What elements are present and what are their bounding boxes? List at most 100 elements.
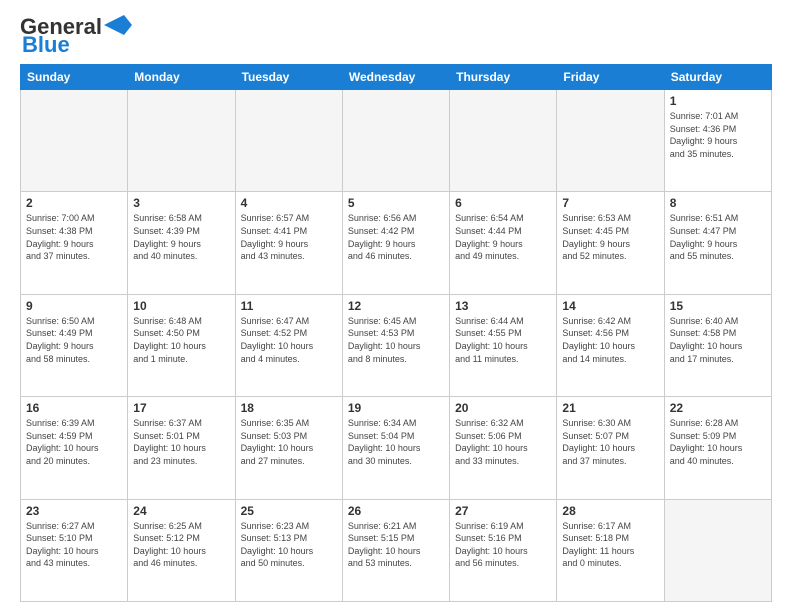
day-number: 23 — [26, 504, 122, 518]
day-cell: 10Sunrise: 6:48 AM Sunset: 4:50 PM Dayli… — [128, 294, 235, 396]
day-info: Sunrise: 6:40 AM Sunset: 4:58 PM Dayligh… — [670, 315, 766, 365]
day-cell: 16 Sunrise: 6:39 AM Sunset: 4:59 PM Dayli… — [21, 397, 128, 499]
day-cell: 25 Sunrise: 6:23 AM Sunset: 5:13 PM Dayli… — [235, 499, 342, 601]
day-number: 13 — [455, 299, 551, 313]
day-number: 1 — [670, 94, 766, 108]
day-cell: 9 Sunrise: 6:50 AM Sunset: 4:49 PM Daylig… — [21, 294, 128, 396]
day-info: Sunrise: 6:19 AM Sunset: 5:16 PM Dayligh… — [455, 520, 551, 570]
day-cell: 1 Sunrise: 7:01 AM Sunset: 4:36 PM Daylig… — [664, 90, 771, 192]
day-info: Sunrise: 6:47 AM Sunset: 4:52 PM Dayligh… — [241, 315, 337, 365]
logo-blue-text: Blue — [22, 34, 70, 56]
day-info: Sunrise: 6:48 AM Sunset: 4:50 PM Dayligh… — [133, 315, 229, 365]
day-cell: 3 Sunrise: 6:58 AM Sunset: 4:39 PM Daylig… — [128, 192, 235, 294]
day-cell: 26 Sunrise: 6:21 AM Sunset: 5:15 PM Dayli… — [342, 499, 449, 601]
weekday-tuesday: Tuesday — [235, 65, 342, 90]
day-cell: 2Sunrise: 7:00 AM Sunset: 4:38 PM Daylig… — [21, 192, 128, 294]
day-info: Sunrise: 6:42 AM Sunset: 4:56 PM Dayligh… — [562, 315, 658, 365]
day-number: 21 — [562, 401, 658, 415]
day-info: Sunrise: 6:44 AM Sunset: 4:55 PM Dayligh… — [455, 315, 551, 365]
day-number: 6 — [455, 196, 551, 210]
calendar: SundayMondayTuesdayWednesdayThursdayFrid… — [20, 64, 772, 602]
day-cell: 6 Sunrise: 6:54 AM Sunset: 4:44 PM Daylig… — [450, 192, 557, 294]
day-number: 14 — [562, 299, 658, 313]
day-number: 27 — [455, 504, 551, 518]
day-info: Sunrise: 6:21 AM Sunset: 5:15 PM Dayligh… — [348, 520, 444, 570]
day-number: 5 — [348, 196, 444, 210]
day-number: 9 — [26, 299, 122, 313]
day-info: Sunrise: 6:45 AM Sunset: 4:53 PM Dayligh… — [348, 315, 444, 365]
day-info: Sunrise: 6:32 AM Sunset: 5:06 PM Dayligh… — [455, 417, 551, 467]
weekday-sunday: Sunday — [21, 65, 128, 90]
day-number: 16 — [26, 401, 122, 415]
week-row-0: 1 Sunrise: 7:01 AM Sunset: 4:36 PM Daylig… — [21, 90, 772, 192]
day-cell: 14 Sunrise: 6:42 AM Sunset: 4:56 PM Dayli… — [557, 294, 664, 396]
day-info: Sunrise: 6:28 AM Sunset: 5:09 PM Dayligh… — [670, 417, 766, 467]
day-cell: 27 Sunrise: 6:19 AM Sunset: 5:16 PM Dayli… — [450, 499, 557, 601]
day-cell: 17 Sunrise: 6:37 AM Sunset: 5:01 PM Dayli… — [128, 397, 235, 499]
day-cell: 22 Sunrise: 6:28 AM Sunset: 5:09 PM Dayli… — [664, 397, 771, 499]
day-cell: 4 Sunrise: 6:57 AM Sunset: 4:41 PM Daylig… — [235, 192, 342, 294]
day-number: 3 — [133, 196, 229, 210]
day-number: 24 — [133, 504, 229, 518]
day-number: 20 — [455, 401, 551, 415]
page: General Blue SundayMondayTuesdayWednesda… — [0, 0, 792, 612]
weekday-wednesday: Wednesday — [342, 65, 449, 90]
weekday-saturday: Saturday — [664, 65, 771, 90]
day-cell — [342, 90, 449, 192]
day-cell: 5 Sunrise: 6:56 AM Sunset: 4:42 PM Daylig… — [342, 192, 449, 294]
day-number: 11 — [241, 299, 337, 313]
day-number: 4 — [241, 196, 337, 210]
day-info: Sunrise: 6:35 AM Sunset: 5:03 PM Dayligh… — [241, 417, 337, 467]
day-info: Sunrise: 6:54 AM Sunset: 4:44 PM Dayligh… — [455, 212, 551, 262]
week-row-4: 23 Sunrise: 6:27 AM Sunset: 5:10 PM Dayli… — [21, 499, 772, 601]
day-info: Sunrise: 6:37 AM Sunset: 5:01 PM Dayligh… — [133, 417, 229, 467]
day-cell — [235, 90, 342, 192]
week-row-3: 16 Sunrise: 6:39 AM Sunset: 4:59 PM Dayli… — [21, 397, 772, 499]
day-cell — [557, 90, 664, 192]
day-info: Sunrise: 6:30 AM Sunset: 5:07 PM Dayligh… — [562, 417, 658, 467]
day-cell: 12Sunrise: 6:45 AM Sunset: 4:53 PM Dayli… — [342, 294, 449, 396]
day-number: 2 — [26, 196, 122, 210]
day-number: 8 — [670, 196, 766, 210]
day-info: Sunrise: 6:39 AM Sunset: 4:59 PM Dayligh… — [26, 417, 122, 467]
day-cell: 28 Sunrise: 6:17 AM Sunset: 5:18 PM Dayli… — [557, 499, 664, 601]
week-row-2: 9 Sunrise: 6:50 AM Sunset: 4:49 PM Daylig… — [21, 294, 772, 396]
day-number: 19 — [348, 401, 444, 415]
day-info: Sunrise: 6:23 AM Sunset: 5:13 PM Dayligh… — [241, 520, 337, 570]
day-cell — [128, 90, 235, 192]
day-info: Sunrise: 6:53 AM Sunset: 4:45 PM Dayligh… — [562, 212, 658, 262]
day-cell — [450, 90, 557, 192]
day-cell: 8 Sunrise: 6:51 AM Sunset: 4:47 PM Daylig… — [664, 192, 771, 294]
logo: General Blue — [20, 16, 132, 56]
day-number: 7 — [562, 196, 658, 210]
day-number: 17 — [133, 401, 229, 415]
weekday-header-row: SundayMondayTuesdayWednesdayThursdayFrid… — [21, 65, 772, 90]
day-info: Sunrise: 6:27 AM Sunset: 5:10 PM Dayligh… — [26, 520, 122, 570]
day-info: Sunrise: 6:56 AM Sunset: 4:42 PM Dayligh… — [348, 212, 444, 262]
day-number: 22 — [670, 401, 766, 415]
day-number: 26 — [348, 504, 444, 518]
day-info: Sunrise: 6:50 AM Sunset: 4:49 PM Dayligh… — [26, 315, 122, 365]
logo-arrow-icon — [104, 15, 132, 35]
day-number: 28 — [562, 504, 658, 518]
day-info: Sunrise: 6:58 AM Sunset: 4:39 PM Dayligh… — [133, 212, 229, 262]
day-cell: 7 Sunrise: 6:53 AM Sunset: 4:45 PM Daylig… — [557, 192, 664, 294]
day-cell: 23 Sunrise: 6:27 AM Sunset: 5:10 PM Dayli… — [21, 499, 128, 601]
day-number: 15 — [670, 299, 766, 313]
week-row-1: 2Sunrise: 7:00 AM Sunset: 4:38 PM Daylig… — [21, 192, 772, 294]
day-number: 25 — [241, 504, 337, 518]
weekday-friday: Friday — [557, 65, 664, 90]
day-cell — [21, 90, 128, 192]
day-cell: 19 Sunrise: 6:34 AM Sunset: 5:04 PM Dayli… — [342, 397, 449, 499]
day-info: Sunrise: 6:57 AM Sunset: 4:41 PM Dayligh… — [241, 212, 337, 262]
day-info: Sunrise: 6:34 AM Sunset: 5:04 PM Dayligh… — [348, 417, 444, 467]
day-info: Sunrise: 6:17 AM Sunset: 5:18 PM Dayligh… — [562, 520, 658, 570]
weekday-monday: Monday — [128, 65, 235, 90]
day-cell: 24 Sunrise: 6:25 AM Sunset: 5:12 PM Dayli… — [128, 499, 235, 601]
day-cell — [664, 499, 771, 601]
day-info: Sunrise: 6:25 AM Sunset: 5:12 PM Dayligh… — [133, 520, 229, 570]
day-cell: 21 Sunrise: 6:30 AM Sunset: 5:07 PM Dayli… — [557, 397, 664, 499]
day-cell: 20 Sunrise: 6:32 AM Sunset: 5:06 PM Dayli… — [450, 397, 557, 499]
day-info: Sunrise: 6:51 AM Sunset: 4:47 PM Dayligh… — [670, 212, 766, 262]
day-info: Sunrise: 7:01 AM Sunset: 4:36 PM Dayligh… — [670, 110, 766, 160]
